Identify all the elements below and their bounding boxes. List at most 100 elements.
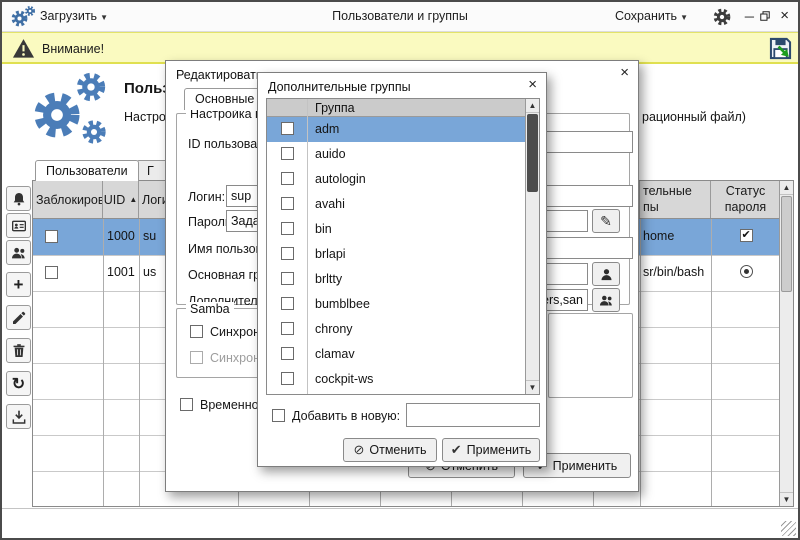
group-checkbox[interactable]	[281, 322, 294, 335]
group-name: auido	[315, 147, 346, 161]
column-separator	[307, 99, 308, 394]
tab-basic[interactable]: Основные	[184, 88, 265, 110]
group-name: autologin	[315, 172, 366, 186]
close-window-button[interactable]: ×	[780, 7, 789, 24]
additional-groups-dialog: Дополнительные группы × Группа adm auido	[257, 72, 547, 467]
cancel-icon: ⊘	[353, 442, 364, 458]
group-row[interactable]: bin	[267, 217, 525, 242]
scroll-down-icon[interactable]: ▼	[526, 380, 539, 394]
group-checkbox[interactable]	[281, 172, 294, 185]
path-cell: home	[643, 229, 674, 243]
scroll-up-icon[interactable]: ▲	[526, 99, 539, 113]
group-checkbox[interactable]	[281, 222, 294, 235]
notifications-button[interactable]	[6, 186, 31, 211]
group-checkbox[interactable]	[281, 272, 294, 285]
save-file-icon[interactable]	[767, 35, 794, 62]
group-checkbox[interactable]	[281, 372, 294, 385]
edit-password-button[interactable]: ✎	[592, 209, 620, 233]
apply-button[interactable]: ✔ Применить	[442, 438, 540, 462]
group-checkbox[interactable]	[281, 247, 294, 260]
edit-user-button[interactable]	[6, 305, 31, 330]
scrollbar-thumb[interactable]	[527, 114, 538, 192]
load-label: Загрузить	[40, 9, 97, 23]
add-user-button[interactable]: +	[6, 272, 31, 297]
restore-button[interactable]	[759, 10, 771, 22]
group-checkbox[interactable]	[281, 122, 294, 135]
title-bar: Загрузить▼ Пользователи и группы Сохрани…	[2, 2, 798, 32]
app-window: Загрузить▼ Пользователи и группы Сохрани…	[0, 0, 800, 540]
tab-users[interactable]: Пользователи	[35, 160, 139, 181]
group-name: bumblbee	[315, 297, 370, 311]
group-name: bin	[315, 222, 332, 236]
header-groups[interactable]: тельные пы	[640, 181, 711, 218]
header-blocked[interactable]: Заблокирован	[33, 181, 103, 218]
group-row[interactable]: autologin	[267, 167, 525, 192]
group-row[interactable]: bumblbee	[267, 292, 525, 317]
chevron-down-icon: ▼	[100, 13, 108, 22]
uid-cell: 1001	[107, 265, 135, 279]
table-scrollbar[interactable]: ▲ ▼	[779, 181, 793, 506]
warning-icon	[12, 37, 35, 60]
delete-user-button[interactable]	[6, 338, 31, 363]
cancel-button[interactable]: ⊘ Отменить	[343, 438, 437, 462]
group-name: chrony	[315, 322, 353, 336]
group-row[interactable]: chrony	[267, 317, 525, 342]
group-row[interactable]: cockpit-ws	[267, 367, 525, 392]
scroll-up-icon[interactable]: ▲	[780, 181, 793, 195]
dialog-title: Дополнительные группы	[268, 80, 411, 94]
pick-additional-groups-button[interactable]	[592, 288, 620, 312]
settings-gear-icon[interactable]	[712, 7, 732, 27]
scroll-down-icon[interactable]: ▼	[780, 492, 793, 506]
save-menu-button[interactable]: Сохранить▼	[615, 9, 688, 23]
new-group-input[interactable]	[406, 403, 540, 427]
blocked-checkbox[interactable]	[45, 230, 58, 243]
detail-box	[548, 313, 633, 398]
group-row[interactable]: clamav	[267, 342, 525, 367]
group-checkbox[interactable]	[281, 347, 294, 360]
group-name: brltty	[315, 272, 342, 286]
export-users-button[interactable]	[6, 404, 31, 429]
person-icon	[599, 267, 614, 282]
groups-scrollbar[interactable]: ▲ ▼	[525, 99, 539, 394]
password-status-radio[interactable]	[740, 265, 753, 278]
minimize-button[interactable]: ─	[745, 9, 754, 24]
group-row[interactable]: adm	[267, 117, 525, 142]
scrollbar-thumb[interactable]	[781, 196, 792, 292]
load-menu-button[interactable]: Загрузить▼	[40, 9, 108, 23]
pencil-icon: ✎	[600, 213, 612, 230]
login-cell: us	[143, 265, 156, 279]
user-card-button[interactable]	[6, 213, 31, 238]
sort-asc-icon: ▲	[129, 195, 137, 204]
save-label: Сохранить	[615, 9, 677, 23]
samba-sync2-checkbox	[190, 351, 203, 364]
password-status-checkbox[interactable]	[740, 229, 753, 242]
blocked-checkbox[interactable]	[45, 266, 58, 279]
resize-grip[interactable]	[781, 521, 796, 536]
group-column-header[interactable]: Группа	[315, 101, 355, 115]
uid-cell: 1000	[107, 229, 135, 243]
groups-list-box: Группа adm auido autol	[266, 98, 540, 395]
header-password-status[interactable]: Статус пароля	[711, 181, 781, 218]
group-row[interactable]: brlapi	[267, 242, 525, 267]
pick-primary-group-button[interactable]	[592, 262, 620, 286]
group-row[interactable]: auido	[267, 142, 525, 167]
refresh-button[interactable]: ↻	[6, 371, 31, 396]
login-label: Логин:	[188, 190, 225, 204]
window-title: Пользователи и группы	[182, 9, 618, 23]
warning-text: Внимание!	[42, 42, 104, 56]
temporary-checkbox[interactable]	[180, 398, 193, 411]
group-checkbox[interactable]	[281, 197, 294, 210]
group-row[interactable]: avahi	[267, 192, 525, 217]
group-row[interactable]: brltty	[267, 267, 525, 292]
app-gears-icon	[10, 5, 36, 29]
groups-view-button[interactable]	[6, 240, 31, 265]
password-status-cell	[711, 265, 781, 281]
group-checkbox[interactable]	[281, 297, 294, 310]
close-dialog-button[interactable]: ×	[528, 76, 537, 93]
path-cell: sr/bin/bash	[643, 265, 704, 279]
header-uid[interactable]: UID▲	[103, 181, 139, 218]
close-dialog-button[interactable]: ×	[620, 64, 629, 81]
group-checkbox[interactable]	[281, 147, 294, 160]
samba-sync-checkbox[interactable]	[190, 325, 203, 338]
add-to-new-checkbox[interactable]	[272, 409, 285, 422]
